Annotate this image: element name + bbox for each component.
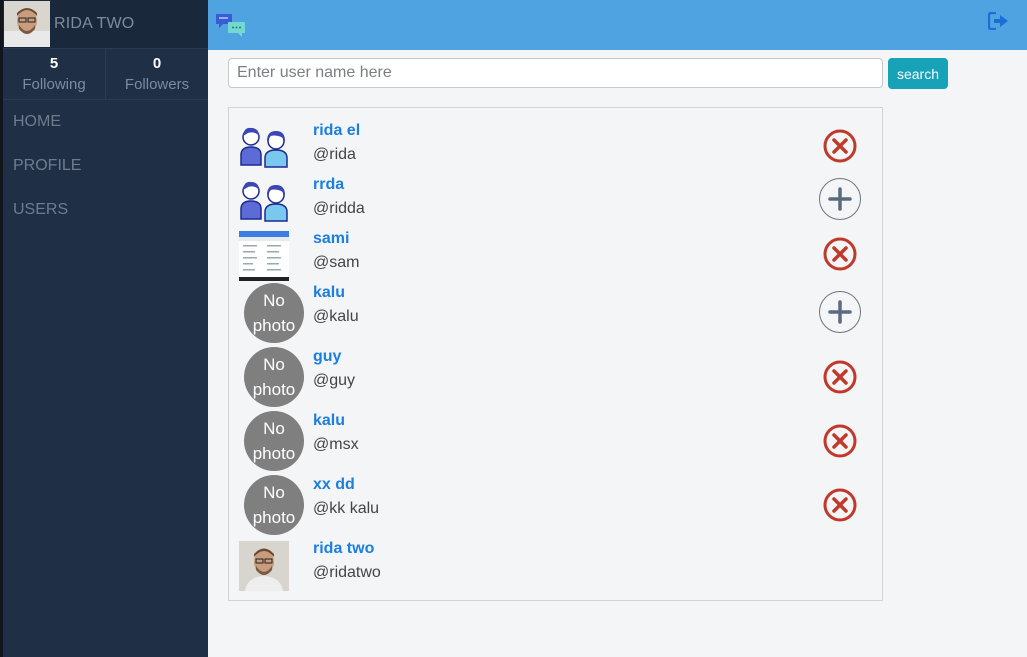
- no-photo-text-line2: photo: [252, 508, 296, 527]
- no-photo-text-line1: No: [263, 355, 285, 374]
- no-photo-placeholder: No photo: [244, 283, 304, 343]
- profile-header: RIDA TWO: [3, 0, 208, 49]
- user-list: rida el @rida rrda @ridda sami @sam No p…: [228, 107, 883, 601]
- no-photo-text-line1: No: [263, 291, 285, 310]
- user-name[interactable]: sami: [313, 230, 349, 248]
- nav-profile[interactable]: PROFILE: [3, 144, 208, 188]
- nav-users[interactable]: USERS: [3, 188, 208, 232]
- followers-count: 0: [152, 55, 162, 72]
- sidebar-nav: HOME PROFILE USERS: [3, 100, 208, 232]
- remove-icon[interactable]: [823, 237, 857, 271]
- user-name[interactable]: rrda: [313, 176, 344, 194]
- user-name[interactable]: kalu: [313, 412, 345, 430]
- user-name[interactable]: rida two: [313, 540, 374, 558]
- nav-home[interactable]: HOME: [3, 100, 208, 144]
- following-label: Following: [22, 76, 86, 93]
- no-photo-text-line2: photo: [252, 316, 296, 335]
- profile-name: RIDA TWO: [54, 15, 135, 32]
- logout-icon[interactable]: [987, 11, 1010, 35]
- user-handle: @guy: [313, 372, 356, 389]
- followers-stat[interactable]: 0 Followers: [105, 49, 208, 99]
- people-icon: [239, 125, 289, 169]
- followers-label: Followers: [124, 76, 190, 93]
- user-handle: @sam: [313, 254, 360, 271]
- no-photo-text-line1: No: [263, 483, 285, 502]
- user-name[interactable]: xx dd: [313, 476, 355, 494]
- remove-icon[interactable]: [823, 424, 857, 458]
- search-input[interactable]: [228, 58, 883, 88]
- add-icon[interactable]: [819, 291, 861, 333]
- top-bar: [208, 0, 1027, 50]
- no-photo-text-line2: photo: [252, 380, 296, 399]
- search-button[interactable]: search: [888, 58, 948, 89]
- user-handle: @ridatwo: [313, 564, 381, 581]
- user-name[interactable]: rida el: [313, 122, 360, 140]
- portrait-photo: [239, 541, 289, 591]
- no-photo-text-line1: No: [263, 419, 285, 438]
- no-photo-placeholder: No photo: [244, 475, 304, 535]
- remove-icon[interactable]: [823, 129, 857, 163]
- no-photo-text-line2: photo: [252, 444, 296, 463]
- following-stat[interactable]: 5 Following: [3, 49, 105, 99]
- user-handle: @ridda: [313, 200, 365, 217]
- profile-stats: 5 Following 0 Followers: [3, 49, 208, 100]
- user-handle: @msx: [313, 436, 359, 453]
- user-handle: @kk kalu: [313, 500, 380, 517]
- user-name[interactable]: guy: [313, 348, 341, 366]
- screenshot-thumbnail-icon: [239, 231, 289, 281]
- sidebar: RIDA TWO 5 Following 0 Followers HOME PR…: [0, 0, 208, 657]
- remove-icon[interactable]: [823, 360, 857, 394]
- no-photo-placeholder: No photo: [244, 347, 304, 407]
- remove-icon[interactable]: [823, 488, 857, 522]
- user-handle: @rida: [313, 146, 356, 163]
- user-handle: @kalu: [313, 308, 359, 325]
- following-count: 5: [49, 55, 59, 72]
- no-photo-placeholder: No photo: [244, 411, 304, 471]
- avatar[interactable]: [4, 1, 50, 47]
- user-name[interactable]: kalu: [313, 284, 345, 302]
- chat-bubbles-icon[interactable]: [215, 12, 247, 43]
- add-icon[interactable]: [819, 178, 861, 220]
- people-icon: [239, 179, 289, 223]
